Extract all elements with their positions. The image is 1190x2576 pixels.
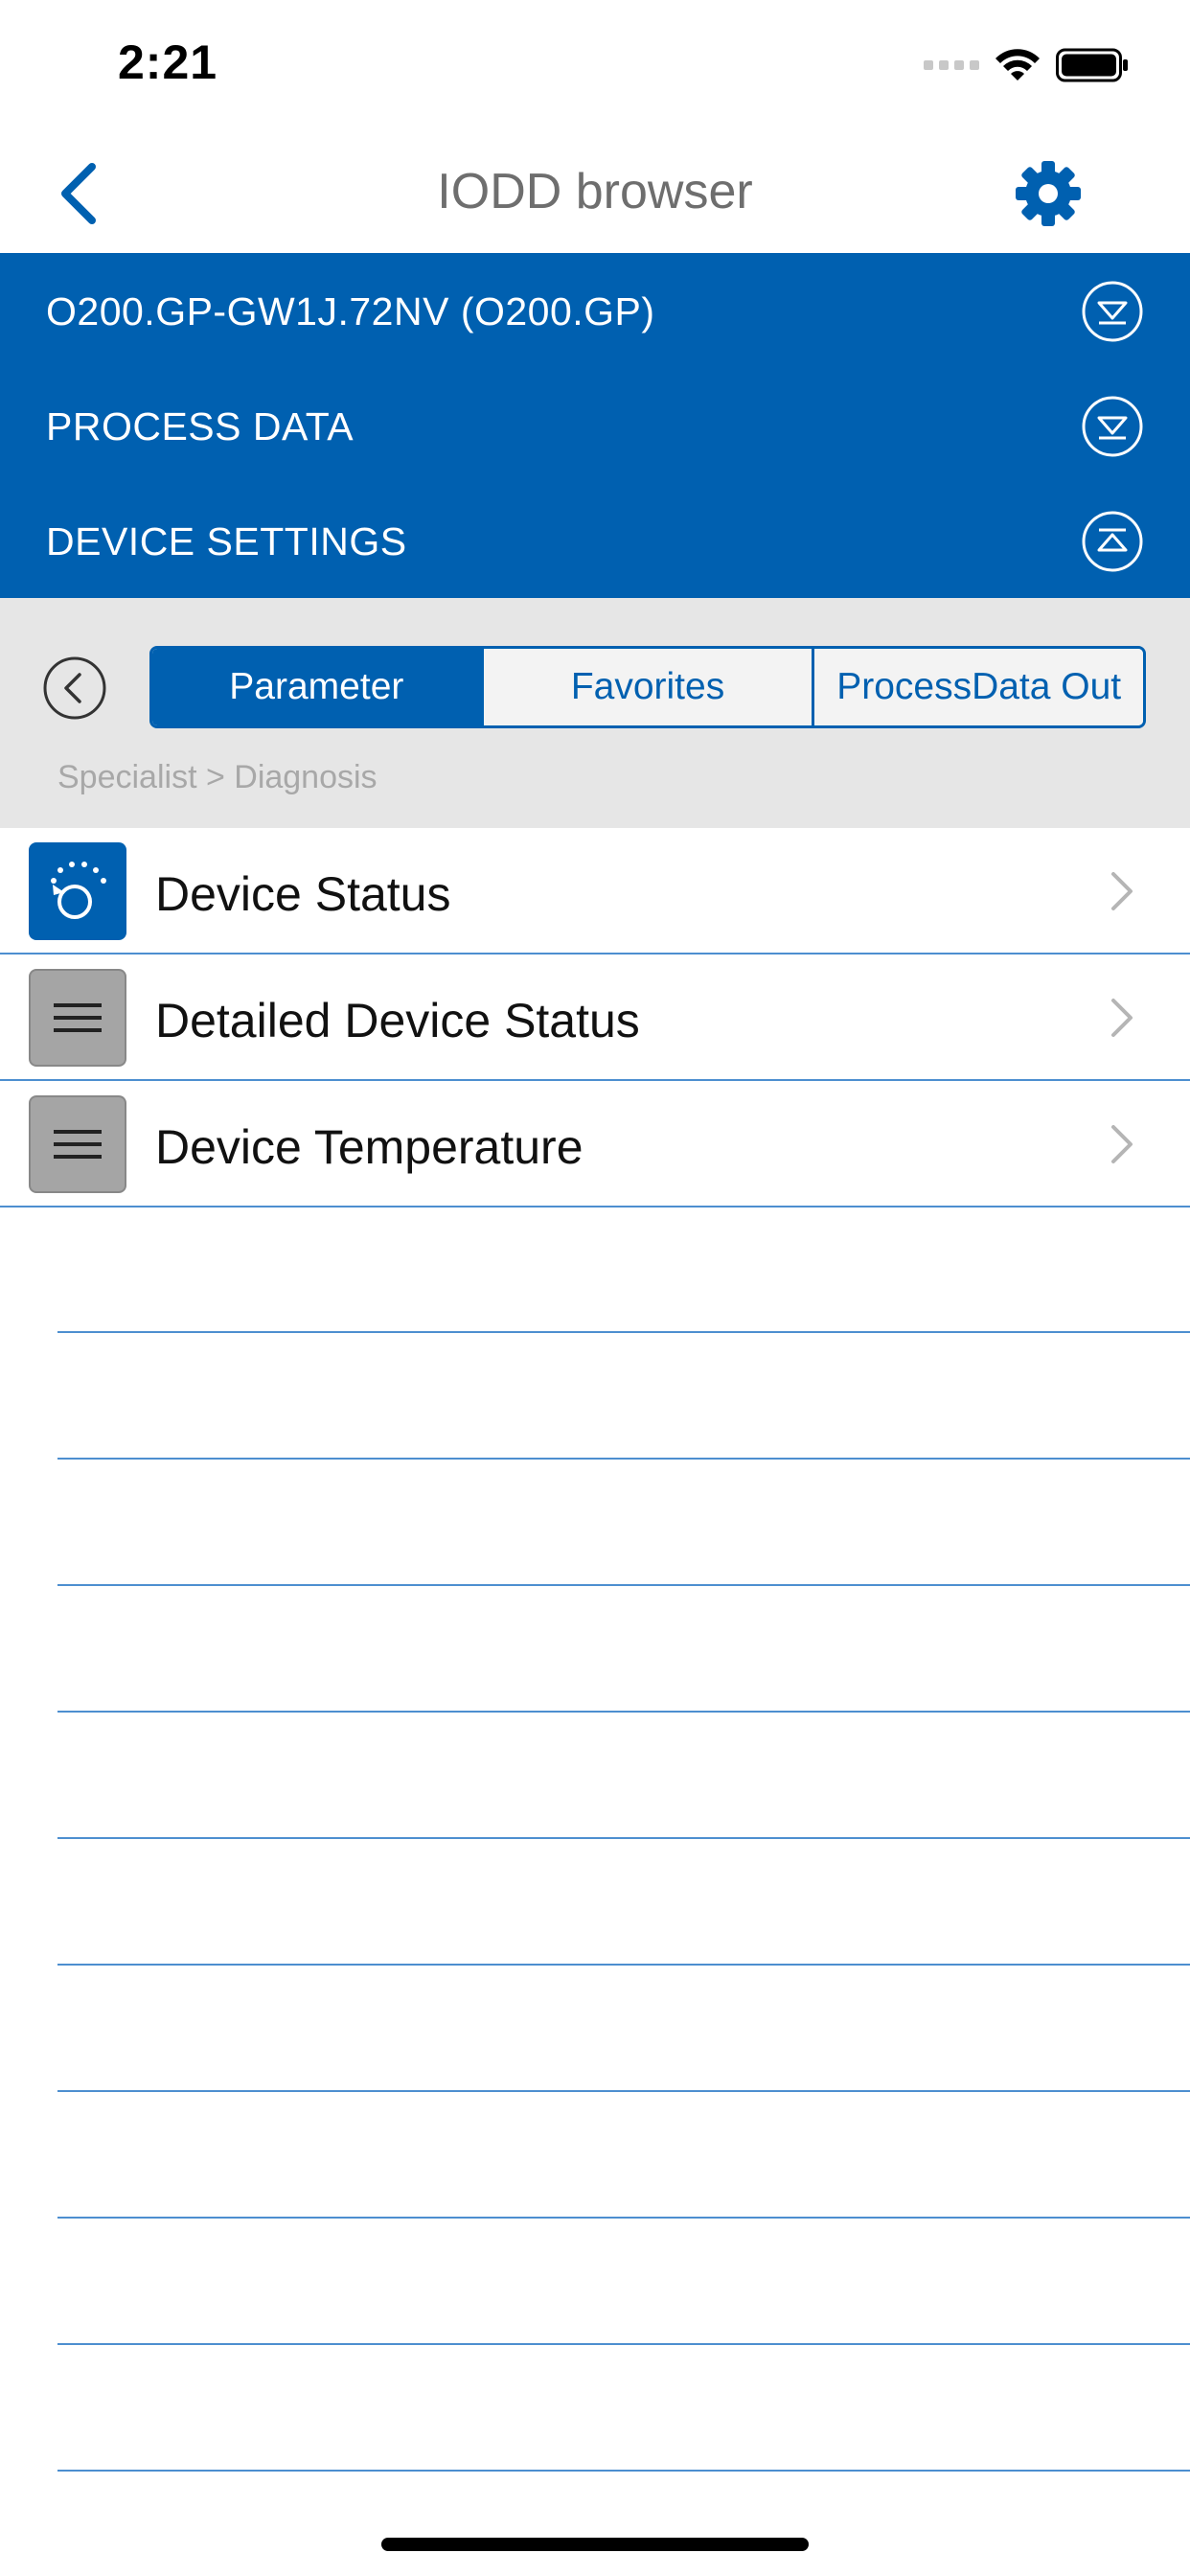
menu-list-icon <box>29 1095 126 1193</box>
list-item-label: Device Status <box>155 867 451 921</box>
row-separator <box>57 1331 1190 1333</box>
status-bar: 2:21 <box>0 0 1190 134</box>
row-separator <box>57 1837 1190 1839</box>
chevron-right-icon <box>1111 872 1133 910</box>
list-item-device-temperature[interactable]: Device Temperature <box>0 1081 1190 1208</box>
row-separator <box>57 1584 1190 1586</box>
list-item-label: Device Temperature <box>155 1120 584 1174</box>
diagnosis-dial-icon <box>29 842 126 940</box>
list-item-detailed-device-status[interactable]: Detailed Device Status <box>0 954 1190 1081</box>
row-separator <box>57 1711 1190 1713</box>
expand-down-icon[interactable] <box>1081 395 1144 458</box>
status-icons <box>924 46 1129 84</box>
menu-list-icon <box>29 969 126 1067</box>
collapse-up-icon[interactable] <box>1081 510 1144 573</box>
level-back-button[interactable] <box>42 656 107 721</box>
device-accordion: O200.GP-GW1J.72NV (O200.GP) PROCESS DATA… <box>0 253 1190 598</box>
row-separator <box>57 1458 1190 1460</box>
breadcrumb: Specialist > Diagnosis <box>57 759 378 795</box>
list-item-device-status[interactable]: Device Status <box>0 828 1190 954</box>
accordion-device-settings[interactable]: DEVICE SETTINGS <box>0 483 1190 598</box>
chevron-right-icon <box>1111 999 1133 1037</box>
accordion-device-header[interactable]: O200.GP-GW1J.72NV (O200.GP) <box>0 253 1190 368</box>
tab-parameter[interactable]: Parameter <box>152 649 481 725</box>
gear-icon <box>1016 161 1081 226</box>
list-item-label: Detailed Device Status <box>155 994 640 1047</box>
home-indicator[interactable] <box>381 2538 809 2551</box>
row-separator <box>57 2090 1190 2092</box>
chevron-right-icon <box>1111 1125 1133 1163</box>
settings-button[interactable] <box>1012 157 1085 230</box>
segmented-control: Parameter Favorites ProcessData Out <box>149 646 1146 728</box>
status-time: 2:21 <box>118 35 218 89</box>
row-separator <box>57 2470 1190 2472</box>
row-separator <box>57 2343 1190 2345</box>
tab-processdata-out[interactable]: ProcessData Out <box>812 649 1143 725</box>
circle-chevron-left-icon <box>43 656 106 720</box>
cellular-signal-icon <box>924 60 979 70</box>
wifi-icon <box>995 49 1040 80</box>
navigation-bar: IODD browser <box>0 134 1190 253</box>
process-data-label: PROCESS DATA <box>46 404 355 448</box>
battery-icon <box>1056 48 1128 82</box>
device-name-label: O200.GP-GW1J.72NV (O200.GP) <box>46 289 655 334</box>
parameter-controls: Parameter Favorites ProcessData Out Spec… <box>0 598 1190 828</box>
device-settings-label: DEVICE SETTINGS <box>46 519 407 564</box>
row-separator <box>57 1964 1190 1966</box>
accordion-process-data[interactable]: PROCESS DATA <box>0 368 1190 483</box>
parameter-list: Device Status Detailed Device Status Dev… <box>0 828 1190 1208</box>
tab-favorites[interactable]: Favorites <box>480 649 812 725</box>
row-separator <box>57 2217 1190 2219</box>
expand-down-icon[interactable] <box>1081 280 1144 343</box>
